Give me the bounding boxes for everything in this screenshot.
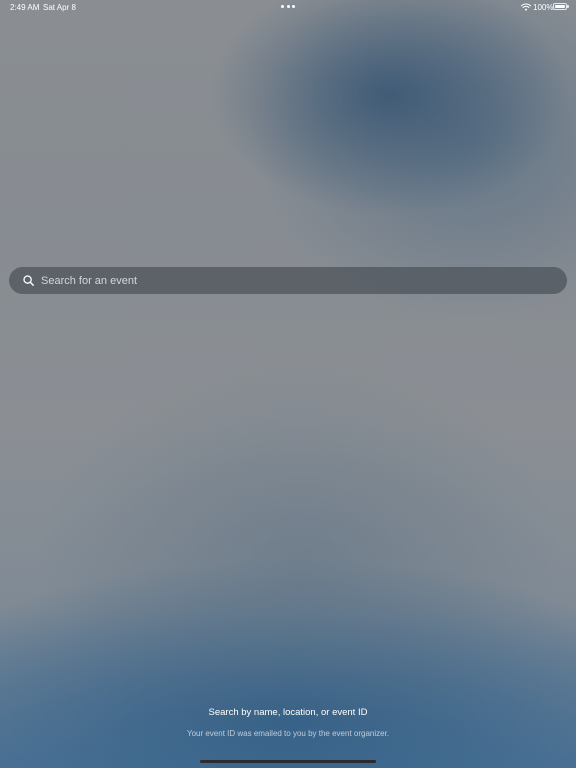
status-bar: 2:49 AM Sat Apr 8 100%	[0, 0, 576, 14]
background	[0, 0, 576, 768]
search-input[interactable]	[41, 270, 567, 291]
ellipsis-icon[interactable]	[281, 5, 295, 9]
battery-icon	[553, 3, 567, 10]
status-time: 2:49 AM	[10, 3, 40, 12]
hint-subtitle: Your event ID was emailed to you by the …	[186, 729, 390, 738]
battery-fill	[555, 5, 565, 8]
hint-title: Search by name, location, or event ID	[208, 707, 368, 718]
search-bar[interactable]	[9, 267, 567, 294]
home-indicator[interactable]	[200, 760, 376, 763]
battery-percent: 100%	[533, 3, 554, 12]
wifi-icon	[521, 3, 531, 11]
battery-nub	[567, 5, 569, 8]
search-icon	[23, 275, 34, 286]
status-date: Sat Apr 8	[43, 3, 76, 12]
